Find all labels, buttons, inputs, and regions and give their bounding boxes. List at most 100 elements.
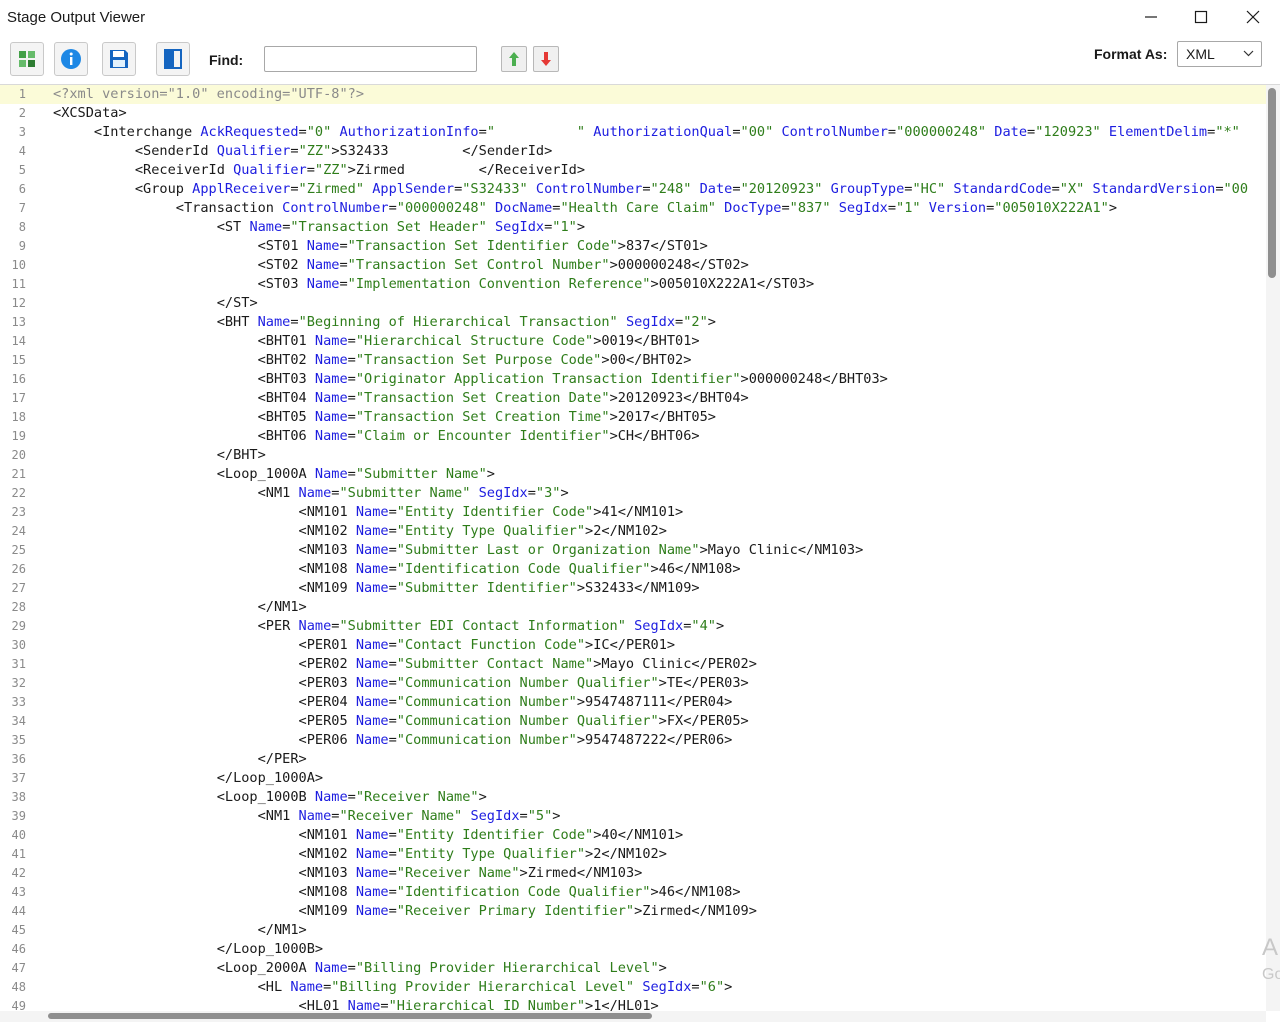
code-token: "Implementation Convention Reference" (347, 276, 651, 292)
code-token: < (298, 561, 307, 577)
code-token: < (298, 656, 307, 672)
line-number: 10 (11, 258, 26, 272)
code-token: Name (347, 998, 381, 1011)
code-token: = (887, 200, 897, 216)
code-text: <ReceiverId Qualifier="ZZ">Zirmed </Rece… (53, 161, 585, 180)
code-token: = (1051, 181, 1060, 197)
code-token: = (642, 181, 651, 197)
expand-icon (19, 51, 35, 67)
code-token: > (658, 846, 667, 862)
code-token: > (724, 732, 733, 748)
code-token: NM101 (634, 504, 676, 520)
code-token: < (298, 732, 307, 748)
code-token: 837 (625, 238, 651, 254)
code-line: 29 <PER Name="Submitter EDI Contact Info… (0, 617, 1266, 636)
code-token: = (388, 865, 397, 881)
code-token: > (486, 466, 495, 482)
code-text: </PER> (53, 750, 307, 769)
code-token: Name (355, 580, 389, 596)
code-token: = (388, 846, 397, 862)
code-token: = (781, 200, 790, 216)
code-token: ST02 (265, 257, 299, 273)
code-token: = (339, 257, 348, 273)
code-token: = (1027, 124, 1036, 140)
line-number: 33 (11, 695, 26, 709)
code-token: > (609, 409, 618, 425)
code-token: "Receiver Primary Identifier" (396, 903, 635, 919)
arrow-up-icon (509, 52, 519, 66)
code-line: 20 </BHT> (0, 446, 1266, 465)
code-token: = (887, 124, 897, 140)
code-token: Name (355, 637, 389, 653)
code-line: 8 <ST Name="Transaction Set Header" SegI… (0, 218, 1266, 237)
code-token: PER01 (306, 637, 348, 653)
code-token: > (740, 257, 749, 273)
code-token: Date (699, 181, 733, 197)
code-text: <HL01 Name="Hierarchical ID Number">1</H… (53, 997, 659, 1011)
code-token: = (347, 960, 356, 976)
code-token: < (134, 162, 144, 178)
find-previous-button[interactable] (501, 46, 527, 72)
xml-editor[interactable]: 1 <?xml version="1.0" encoding="UTF-8"?> 2… (0, 85, 1266, 1011)
close-button[interactable] (1228, 0, 1278, 34)
code-token: > (740, 675, 749, 691)
code-text: <PER06 Name="Communication Number">95474… (53, 731, 733, 750)
code-token: PER02 (306, 656, 348, 672)
horizontal-scrollbar-thumb[interactable] (48, 1013, 652, 1019)
find-next-button[interactable] (533, 46, 559, 72)
save-button[interactable] (102, 42, 136, 76)
code-token: </ (216, 770, 234, 786)
minimize-button[interactable] (1126, 0, 1176, 34)
code-token: "X" (1059, 181, 1085, 197)
line-number: 32 (11, 676, 26, 690)
code-token: < (216, 219, 225, 235)
format-select[interactable]: XML (1177, 41, 1262, 67)
code-token: > (740, 713, 749, 729)
code-token: TE (666, 675, 684, 691)
code-token: BHT01 (265, 333, 307, 349)
code-token: PER05 (306, 713, 348, 729)
code-token: Zirmed (355, 162, 479, 178)
line-number: 2 (18, 106, 26, 120)
code-token: < (175, 200, 184, 216)
code-line: 31 <PER02 Name="Submitter Contact Name">… (0, 655, 1266, 674)
maximize-icon (1194, 10, 1208, 24)
code-token: </ (601, 523, 618, 539)
line-number: 20 (11, 448, 26, 462)
code-token: ST (233, 295, 250, 311)
expand-button[interactable] (10, 42, 44, 76)
line-number: 24 (11, 524, 26, 538)
code-token: "1" (896, 200, 921, 216)
code-token: = (388, 200, 397, 216)
split-view-button[interactable] (156, 42, 190, 76)
code-token: NM101 (306, 504, 348, 520)
code-token: SegIdx (494, 219, 545, 235)
code-token: < (298, 998, 307, 1011)
code-token: > (691, 580, 700, 596)
find-input[interactable] (264, 46, 477, 72)
code-token: </ (216, 447, 234, 463)
code-token: > (576, 694, 586, 710)
maximize-button[interactable] (1176, 0, 1226, 34)
code-line: 47 <Loop_2000A Name="Billing Provider Hi… (0, 959, 1266, 978)
code-token: NM102 (306, 846, 348, 862)
code-token: BHT03 (838, 371, 880, 387)
code-token: < (257, 371, 266, 387)
chevron-down-icon (1243, 50, 1254, 57)
code-token: > (314, 941, 324, 957)
code-token: = (388, 504, 397, 520)
code-token: = (306, 162, 315, 178)
code-token: XCSData (61, 105, 119, 121)
info-button[interactable] (54, 42, 88, 76)
code-token: "Entity Identifier Code" (396, 504, 594, 520)
line-number: 48 (11, 980, 26, 994)
vertical-scrollbar-thumb[interactable] (1268, 88, 1276, 278)
code-line: 41 <NM102 Name="Entity Type Qualifier">2… (0, 845, 1266, 864)
